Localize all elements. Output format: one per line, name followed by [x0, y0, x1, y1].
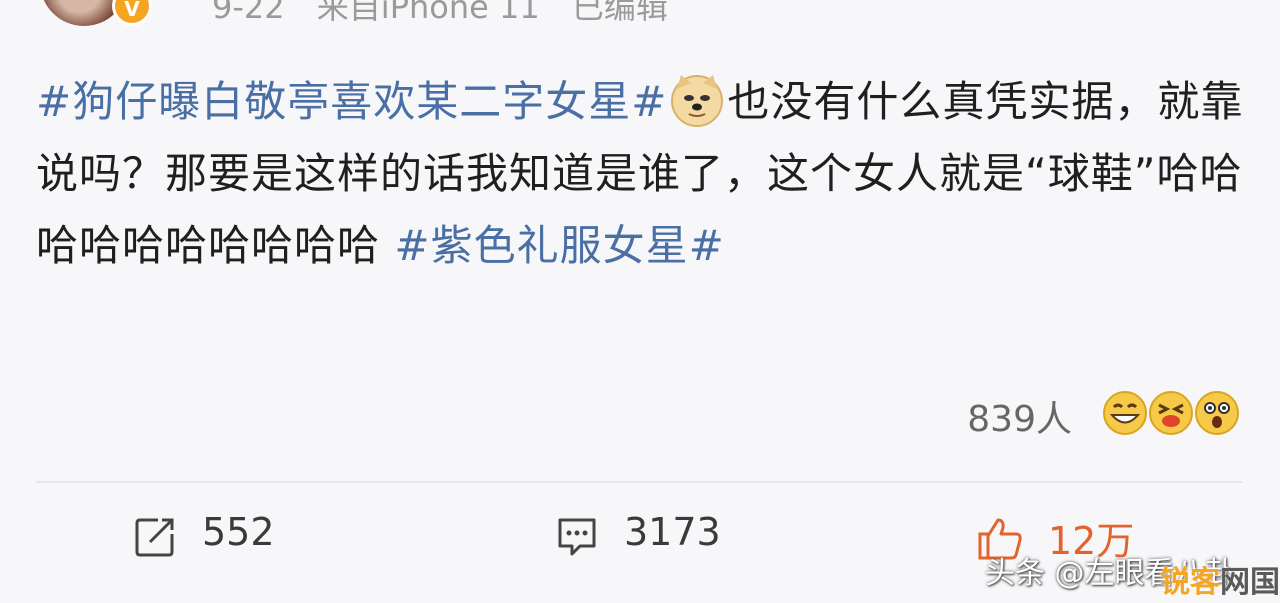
surprised-face-icon: [1195, 391, 1239, 435]
repost-count: 552: [202, 510, 275, 554]
site-badge: 锐客网国: [1160, 557, 1280, 601]
repost-icon: [135, 518, 174, 557]
squinting-laugh-face-icon: [1149, 391, 1193, 435]
repost-button[interactable]: 552: [132, 506, 302, 562]
reactions-summary[interactable]: 839人: [944, 386, 1244, 446]
reaction-count: 839人: [967, 399, 1072, 440]
topic-link[interactable]: #紫色礼服女星#: [394, 221, 724, 270]
divider: [36, 481, 1242, 483]
post-source[interactable]: 来自iPhone 11: [317, 0, 540, 26]
edited-label[interactable]: 已编辑: [572, 0, 668, 26]
doge-emoji-icon: [671, 74, 724, 127]
comment-button[interactable]: 3173: [554, 506, 744, 562]
topic-link[interactable]: #狗仔曝白敬亭喜欢某二字女星#: [36, 77, 667, 126]
post-meta: 9-22 来自iPhone 11 已编辑: [212, 0, 690, 28]
site-badge-rest: 网国: [1220, 565, 1280, 600]
post-body: #狗仔曝白敬亭喜欢某二字女星# 也没有什么真凭实据，就靠说吗？那要是这样的话我知…: [36, 66, 1261, 282]
comment-icon: [558, 518, 596, 556]
post-date: 9-22: [212, 0, 285, 26]
post-header: V 9-22 来自iPhone 11 已编辑: [0, 0, 1280, 30]
verified-badge-icon: V: [112, 0, 152, 26]
site-badge-main: 锐客: [1160, 565, 1220, 600]
comment-count: 3173: [624, 510, 721, 554]
laughing-face-icon: [1103, 391, 1147, 435]
